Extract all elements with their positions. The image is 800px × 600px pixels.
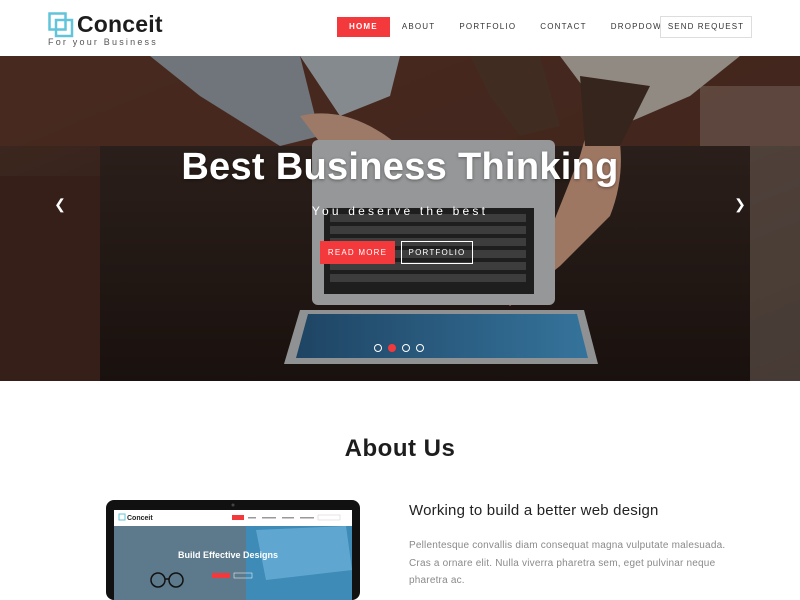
about-heading: Working to build a better web design bbox=[409, 502, 659, 519]
hero-title: Best Business Thinking bbox=[181, 146, 619, 188]
main-nav: HOME ABOUT PORTFOLIO CONTACT DROPDOWN bbox=[337, 16, 702, 38]
hero-slider: ❮ ❯ Best Business Thinking You deserve t… bbox=[0, 56, 800, 381]
slider-indicators bbox=[374, 344, 430, 352]
brand-tagline: For your Business bbox=[48, 37, 158, 47]
hero-overlay bbox=[0, 56, 800, 381]
site-header: Conceit For your Business HOME ABOUT POR… bbox=[0, 0, 800, 56]
logo-mark-icon bbox=[48, 12, 74, 38]
slider-dot-active[interactable] bbox=[388, 344, 396, 352]
about-title: About Us bbox=[344, 435, 456, 462]
hero-subtitle: You deserve the best bbox=[311, 204, 489, 218]
nav-contact[interactable]: CONTACT bbox=[540, 17, 586, 37]
nav-about[interactable]: ABOUT bbox=[402, 17, 436, 37]
nav-home[interactable]: HOME bbox=[337, 17, 390, 37]
portfolio-button[interactable]: PORTFOLIO bbox=[401, 241, 473, 264]
slider-dot[interactable] bbox=[374, 344, 382, 352]
read-more-button[interactable]: READ MORE bbox=[320, 241, 395, 264]
mini-hero-headline: Build Effective Designs bbox=[178, 550, 278, 560]
slider-dot[interactable] bbox=[416, 344, 424, 352]
logo[interactable]: Conceit For your Business bbox=[48, 10, 188, 50]
about-paragraph: Pellentesque convallis diam consequat ma… bbox=[409, 540, 726, 586]
nav-portfolio[interactable]: PORTFOLIO bbox=[459, 17, 516, 37]
mini-brand-name: Conceit bbox=[127, 515, 153, 522]
slider-dot[interactable] bbox=[402, 344, 410, 352]
send-request-button[interactable]: SEND REQUEST bbox=[660, 16, 752, 38]
laptop-mockup-image: Conceit Build Effective Designs bbox=[106, 500, 360, 600]
brand-name: Conceit bbox=[77, 11, 163, 37]
